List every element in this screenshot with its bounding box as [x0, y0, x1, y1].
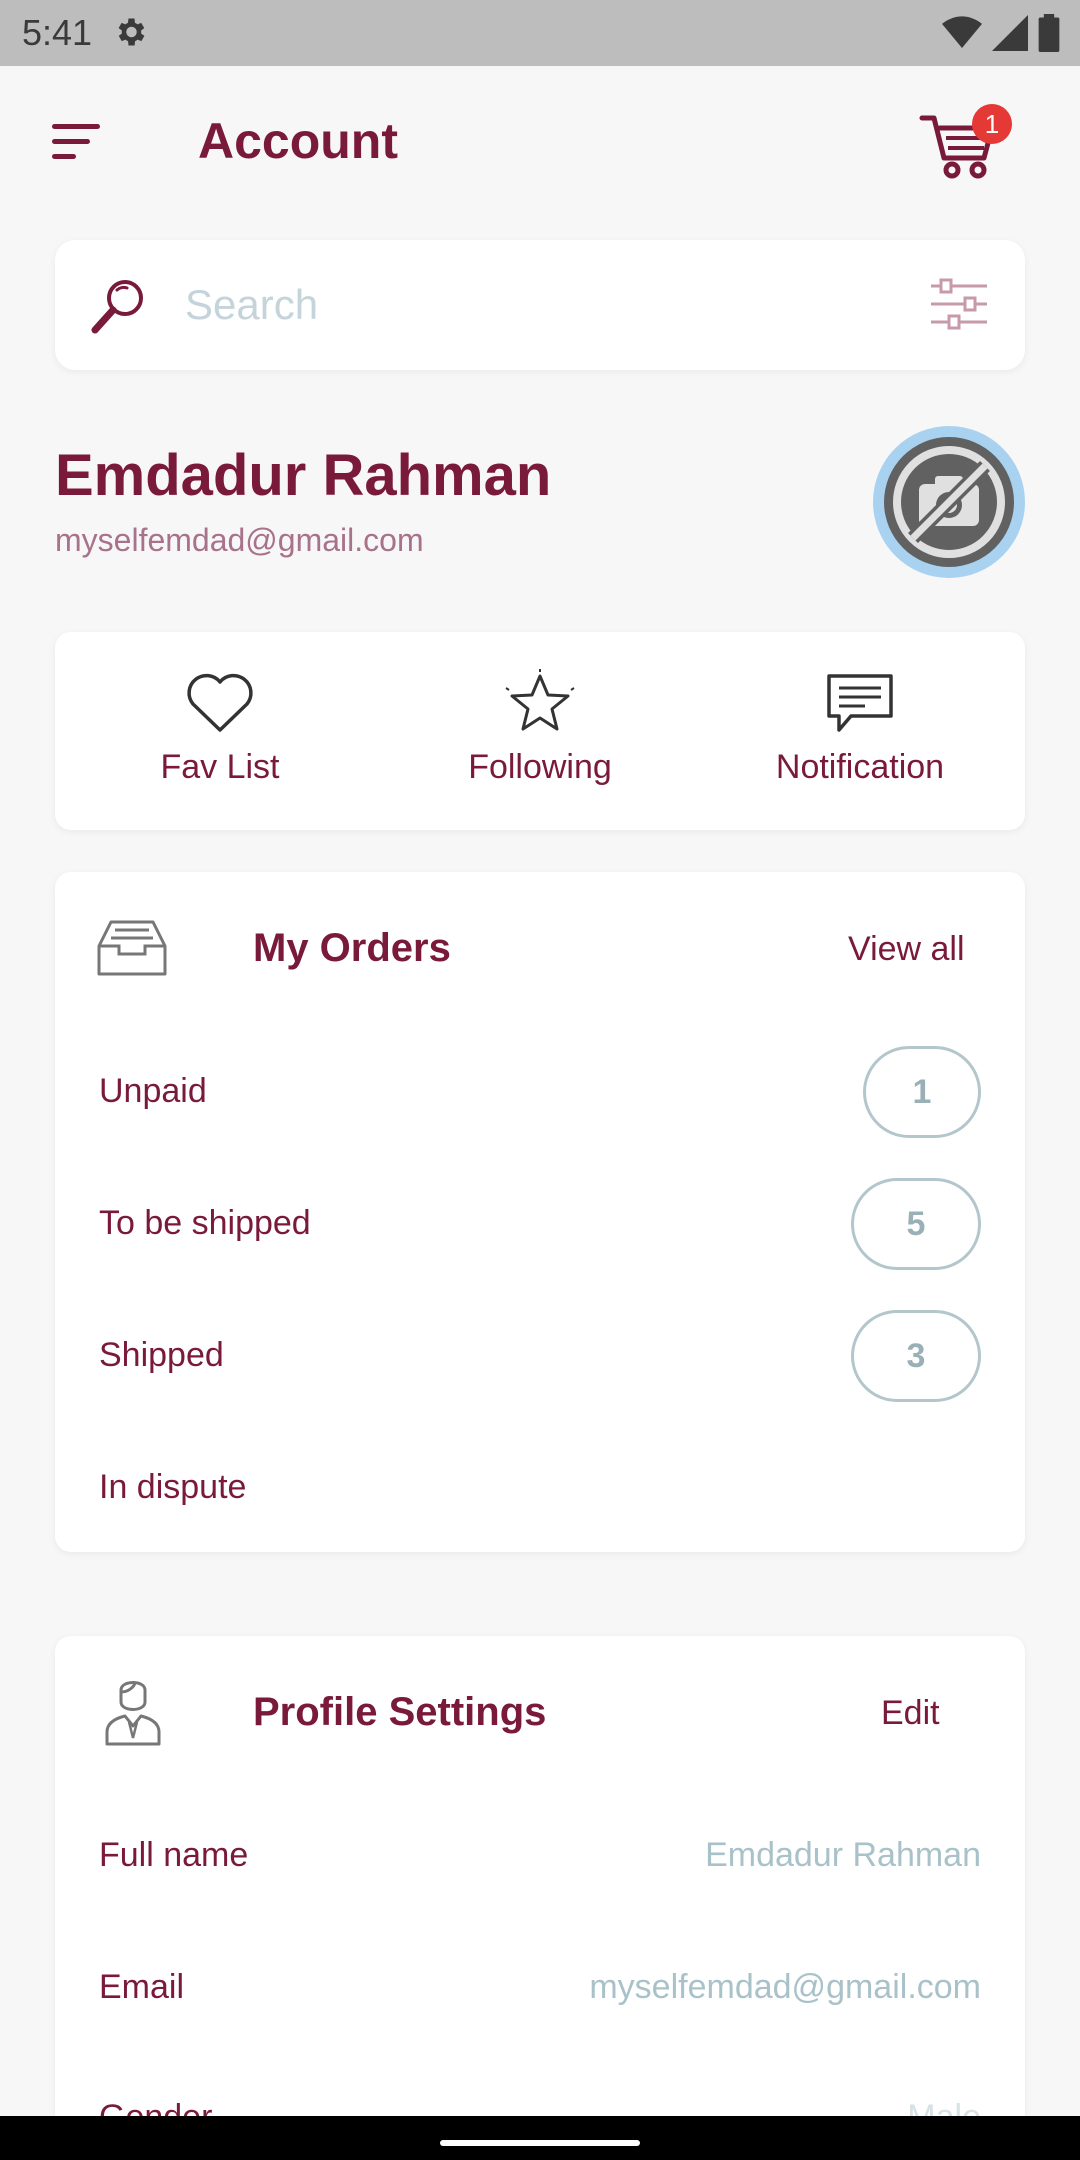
- app-bar: Account 1: [0, 66, 1080, 216]
- search-icon: [89, 276, 149, 341]
- page-title: Account: [198, 113, 398, 169]
- inbox-tray-icon: [97, 920, 167, 981]
- profile-email: myselfemdad@gmail.com: [55, 522, 424, 558]
- following-label: Following: [468, 748, 612, 786]
- avatar[interactable]: [873, 426, 1025, 578]
- fav-list-label: Fav List: [160, 748, 280, 786]
- user-profile-icon: [105, 1676, 161, 1751]
- my-orders-title: My Orders: [253, 926, 451, 970]
- view-all-link[interactable]: View all: [848, 930, 965, 969]
- wifi-icon: [942, 15, 982, 56]
- home-indicator[interactable]: [440, 2140, 640, 2146]
- notification-button[interactable]: Notification: [735, 668, 985, 798]
- system-navigation-bar: [0, 2116, 1080, 2160]
- status-time: 5:41: [22, 12, 93, 53]
- following-button[interactable]: Following: [415, 668, 665, 798]
- order-row-unpaid-label[interactable]: Unpaid: [99, 1072, 207, 1111]
- signal-icon: [992, 15, 1028, 56]
- email-label: Email: [99, 1968, 185, 2006]
- edit-profile-link[interactable]: Edit: [881, 1694, 940, 1733]
- order-row-in-dispute-label[interactable]: In dispute: [99, 1468, 246, 1507]
- full-name-label: Full name: [99, 1836, 249, 1874]
- order-row-to-be-shipped-label[interactable]: To be shipped: [99, 1204, 311, 1243]
- status-bar: 5:41: [0, 0, 1080, 66]
- search-input[interactable]: [185, 270, 845, 340]
- notification-label: Notification: [775, 748, 945, 786]
- profile-settings-card: Profile Settings Edit Full name Emdadur …: [55, 1636, 1025, 2160]
- profile-settings-title: Profile Settings: [253, 1690, 547, 1734]
- full-name-value: Emdadur Rahman: [705, 1836, 981, 1874]
- chat-icon: [735, 668, 985, 738]
- settings-gear-icon: [112, 14, 148, 55]
- order-row-unpaid-count[interactable]: 1: [863, 1046, 981, 1138]
- cart-count-badge: 1: [972, 104, 1012, 144]
- star-icon: [415, 668, 665, 738]
- my-orders-card: My Orders View all Unpaid 1 To be shippe…: [55, 872, 1025, 1552]
- heart-icon: [95, 668, 345, 738]
- no-photo-camera-icon: [884, 437, 1014, 567]
- profile-name: Emdadur Rahman: [55, 443, 552, 508]
- order-row-shipped-count[interactable]: 3: [851, 1310, 981, 1402]
- order-row-shipped-label[interactable]: Shipped: [99, 1336, 224, 1375]
- search-bar[interactable]: [55, 240, 1025, 370]
- email-value: myselfemdad@gmail.com: [589, 1968, 981, 2006]
- menu-icon[interactable]: [48, 122, 104, 162]
- order-row-to-be-shipped-count[interactable]: 5: [851, 1178, 981, 1270]
- filter-sliders-icon[interactable]: [929, 278, 989, 335]
- fav-list-button[interactable]: Fav List: [95, 668, 345, 798]
- battery-icon: [1038, 14, 1060, 57]
- quick-actions-card: Fav List Following Notification: [55, 632, 1025, 830]
